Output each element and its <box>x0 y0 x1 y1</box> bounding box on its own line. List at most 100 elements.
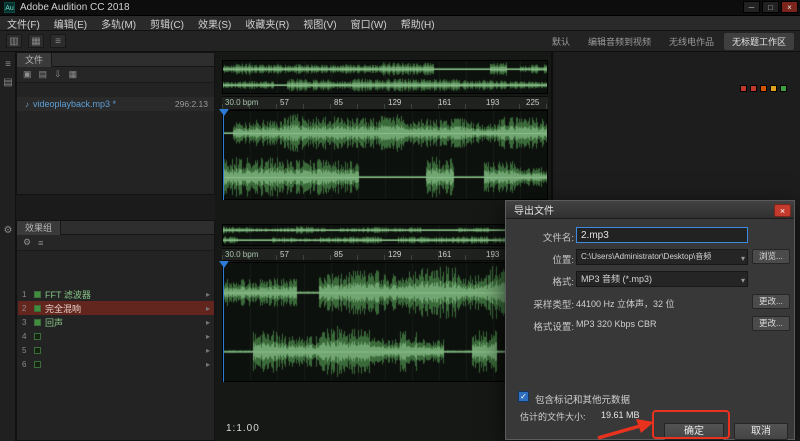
gear-icon[interactable]: ⚙ <box>1 224 15 238</box>
include-metadata-label: 包含标记和其他元数据 <box>535 392 630 406</box>
dialog-title-bar[interactable]: 导出文件 × <box>506 201 794 219</box>
title-bar: Au Adobe Audition CC 2018 ─ □ × <box>0 0 800 16</box>
menu-view[interactable]: 视图(V) <box>296 16 343 31</box>
meter-dot <box>760 85 767 92</box>
overview-waveform-2[interactable] <box>223 225 547 245</box>
effect-name: FFT 滤波器 <box>45 288 202 301</box>
workspace-tabs: 默认 编辑音频到视频 无线电作品 无标题工作区 <box>544 33 794 50</box>
slot-number: 4 <box>22 332 30 341</box>
location-select[interactable]: C:\Users\Administrator\Desktop\音频 ▾ <box>576 249 748 265</box>
menu-help[interactable]: 帮助(H) <box>394 16 442 31</box>
chevron-right-icon[interactable]: ▸ <box>206 290 214 299</box>
chevron-right-icon[interactable]: ▸ <box>206 360 214 369</box>
dialog-close-icon[interactable]: × <box>774 204 791 217</box>
overview-strip-2[interactable] <box>222 224 548 246</box>
slot-number: 6 <box>22 360 30 369</box>
slot-number: 1 <box>22 290 30 299</box>
meter-dot <box>740 85 747 92</box>
tempo-label: 30.0 bpm <box>225 98 258 107</box>
overview-waveform-1[interactable] <box>223 61 547 93</box>
power-icon[interactable] <box>34 333 41 340</box>
effect-slot-5[interactable]: 5 ▸ <box>18 343 214 357</box>
change-format-settings-button[interactable]: 更改... <box>752 316 790 331</box>
list-icon[interactable]: ≡ <box>50 34 66 48</box>
menu-file[interactable]: 文件(F) <box>0 16 47 31</box>
file-size-value: 19.61 MB <box>601 410 640 420</box>
menu-edit[interactable]: 编辑(E) <box>47 16 94 31</box>
open-panel-icon[interactable]: ▤ <box>1 76 15 90</box>
chevron-right-icon[interactable]: ▸ <box>206 346 214 355</box>
file-name: videoplayback.mp3 * <box>33 99 116 109</box>
playhead-marker-1[interactable] <box>219 109 229 116</box>
chevron-right-icon[interactable]: ▸ <box>206 304 214 313</box>
effect-slot-4[interactable]: 4 ▸ <box>18 329 214 343</box>
format-value: MP3 音频 (*.mp3) <box>581 274 652 284</box>
workspace-tab-untitled[interactable]: 无标题工作区 <box>724 33 794 50</box>
format-select[interactable]: MP3 音频 (*.mp3) ▾ <box>576 271 748 287</box>
gear-icon[interactable]: ⚙ <box>23 237 31 248</box>
close-button[interactable]: × <box>781 1 798 13</box>
files-panel-tab[interactable]: 文件 <box>17 53 52 67</box>
include-metadata-checkbox[interactable]: ✓ <box>518 391 529 402</box>
filename-input[interactable] <box>576 227 748 243</box>
effect-slot-6[interactable]: 6 ▸ <box>18 357 214 371</box>
filename-label: 文件名: <box>514 230 574 244</box>
workspace-tab-radio[interactable]: 无线电作品 <box>661 33 722 50</box>
sample-type-value: 44100 Hz 立体声，32 位 <box>576 297 675 310</box>
chevron-right-icon[interactable]: ▸ <box>206 332 214 341</box>
chevron-right-icon[interactable]: ▸ <box>206 318 214 327</box>
maximize-button[interactable]: □ <box>762 1 779 13</box>
file-list-item[interactable]: ♪ videoplayback.mp3 * 296:2.13 <box>17 97 214 111</box>
power-icon[interactable] <box>34 361 41 368</box>
export-file-dialog: 导出文件 × 文件名: 位置: C:\Users\Administrator\D… <box>505 200 795 440</box>
power-icon[interactable] <box>34 305 41 312</box>
change-sample-type-button[interactable]: 更改... <box>752 294 790 309</box>
effect-slot-1[interactable]: 1 FFT 滤波器 ▸ <box>18 287 214 301</box>
waveform-view-icon[interactable]: ▥ <box>6 34 22 48</box>
ruler-number: 193 <box>486 98 499 107</box>
waveform-display-2[interactable] <box>223 263 547 381</box>
view-toolbar: ▥ ▦ ≡ <box>6 34 66 48</box>
timeline-ruler-2[interactable]: 30.0 bpm 57 85 129 161 193 225 <box>222 248 548 261</box>
list-icon[interactable]: ≡ <box>1 58 15 72</box>
new-file-icon[interactable]: ▣ <box>23 69 32 80</box>
effect-name: 完全混响 <box>45 302 202 315</box>
file-size-label: 估计的文件大小: <box>520 410 586 423</box>
effect-slot-2[interactable]: 2 完全混响 ▸ <box>18 301 214 315</box>
cancel-button[interactable]: 取消 <box>734 423 788 440</box>
menu-clip[interactable]: 剪辑(C) <box>143 16 191 31</box>
level-meter <box>740 85 787 92</box>
effects-panel-tab[interactable]: 效果组 <box>17 221 61 235</box>
waveform-display-1[interactable] <box>223 111 547 199</box>
effect-name: 回声 <box>45 316 202 329</box>
grid-icon[interactable]: ▦ <box>69 69 78 80</box>
power-icon[interactable] <box>34 347 41 354</box>
overview-strip-1[interactable] <box>222 60 548 94</box>
meter-dot <box>750 85 757 92</box>
minimize-button[interactable]: ─ <box>743 1 760 13</box>
menu-favorites[interactable]: 收藏夹(R) <box>238 16 296 31</box>
left-rail: ≡ ▤ ⚙ <box>0 52 16 441</box>
audio-file-icon: ♪ <box>25 100 29 109</box>
waveform-editor-1[interactable] <box>222 110 548 200</box>
caret-down-icon: ▾ <box>741 274 745 287</box>
menu-multitrack[interactable]: 多轨(M) <box>94 16 143 31</box>
menu-effects[interactable]: 效果(S) <box>191 16 238 31</box>
workspace-tab-edit-audio-video[interactable]: 编辑音频到视频 <box>580 33 659 50</box>
power-icon[interactable] <box>34 319 41 326</box>
multitrack-view-icon[interactable]: ▦ <box>28 34 44 48</box>
menu-window[interactable]: 窗口(W) <box>344 16 394 31</box>
format-settings-label: 格式设置: <box>514 319 574 333</box>
open-file-icon[interactable]: ▤ <box>39 69 48 80</box>
list-icon[interactable]: ≡ <box>38 238 43 248</box>
ruler-number: 129 <box>388 98 401 107</box>
power-icon[interactable] <box>34 291 41 298</box>
waveform-editor-2[interactable] <box>222 262 548 382</box>
ok-button[interactable]: 确定 <box>664 423 724 440</box>
browse-button[interactable]: 浏览... <box>752 249 790 264</box>
import-icon[interactable]: ⇩ <box>54 69 62 80</box>
workspace-tab-default[interactable]: 默认 <box>544 33 578 50</box>
effect-slot-3[interactable]: 3 回声 ▸ <box>18 315 214 329</box>
timeline-ruler-1[interactable]: 30.0 bpm 57 85 129 161 193 225 <box>222 96 548 110</box>
playhead-marker-2[interactable] <box>219 261 229 268</box>
